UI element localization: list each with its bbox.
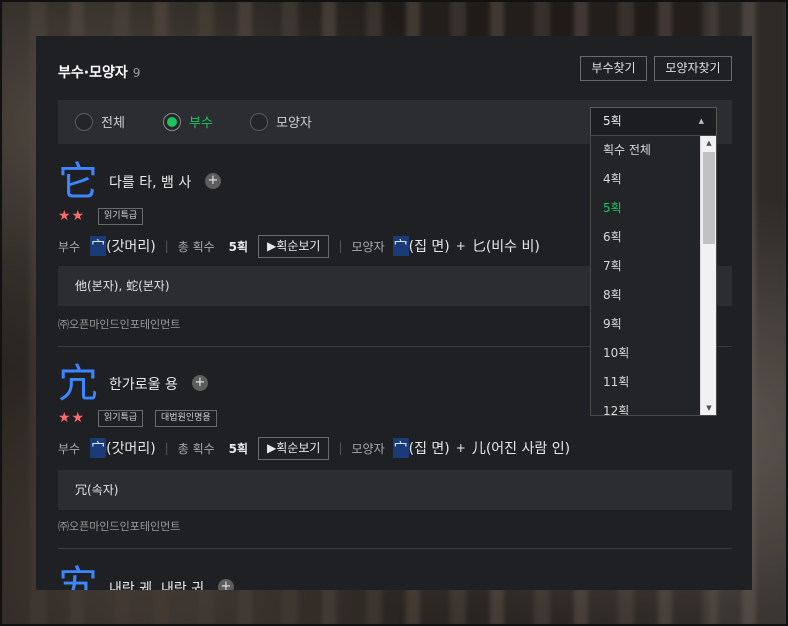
radio-checked-icon	[163, 112, 181, 131]
grade-tag: 읽기특급	[98, 208, 144, 225]
radio-shape[interactable]: 모양자	[250, 112, 312, 131]
dropdown-option[interactable]: 10획	[591, 339, 716, 368]
hanja-meaning[interactable]: 한가로울 용	[109, 374, 178, 394]
shape-label: 모양자	[351, 441, 385, 456]
dropdown-option[interactable]: 획수 전체	[591, 136, 716, 165]
scroll-up-icon[interactable]: ▲	[701, 136, 716, 150]
dropdown-option[interactable]: 6획	[591, 223, 716, 252]
play-icon: ▶	[267, 440, 277, 455]
radical-value[interactable]: 宀(갓머리)	[90, 236, 156, 256]
dropdown-option[interactable]: 11획	[591, 368, 716, 397]
stroke-order-button[interactable]: ▶획순보기	[258, 234, 330, 258]
dropdown-option[interactable]: 9획	[591, 310, 716, 339]
name-use-tag: 대법원인명용	[155, 410, 217, 427]
dropdown-option[interactable]: 8획	[591, 281, 716, 310]
source-credit: ㈜오픈마인드인포테인먼트	[58, 520, 181, 533]
add-plus-icon[interactable]: +	[192, 375, 208, 391]
hanja-character[interactable]: 宂	[58, 360, 98, 408]
radical-label: 부수	[58, 441, 81, 456]
panel-header: 부수·모양자 9	[58, 62, 140, 82]
entry-divider	[58, 548, 732, 549]
dropdown-option-selected[interactable]: 5획	[591, 194, 716, 223]
total-strokes-value: 5획	[228, 441, 249, 456]
radio-circle-icon	[250, 112, 268, 131]
related-chars[interactable]: 冗(속자)	[58, 470, 732, 510]
source-credit: ㈜오픈마인드인포테인먼트	[58, 318, 181, 331]
hanja-info-row: 부수 宀(갓머리) | 총 획수 5획 ▶획순보기 | 모양자 宀(집 면) +…	[58, 436, 570, 460]
hanja-meaning[interactable]: 내란 궤, 내란 귀	[109, 578, 204, 590]
grade-tag: 읽기특급	[98, 410, 144, 427]
dropdown-option[interactable]: 12획	[591, 397, 716, 415]
radio-label-all: 전체	[101, 116, 125, 131]
hanja-entry: 宄 내란 궤, 내란 귀 +	[58, 562, 732, 590]
panel-title: 부수·모양자	[58, 65, 128, 81]
dropdown-option[interactable]: 7획	[591, 252, 716, 281]
radio-radical[interactable]: 부수	[163, 112, 213, 131]
radical-shape-panel: 부수·모양자 9 부수찾기 모양자찾기 전체 부수 모양자 5획 ▲ 획수 전체…	[36, 36, 752, 590]
shape-component[interactable]: 匕(비수 비)	[472, 236, 540, 256]
shape-component[interactable]: 宀(집 면)	[392, 438, 450, 458]
caret-up-icon: ▲	[698, 117, 704, 125]
dropdown-option[interactable]: 4획	[591, 165, 716, 194]
plus-sign: +	[455, 239, 466, 253]
total-strokes-label: 총 획수	[177, 441, 215, 456]
find-shape-button[interactable]: 모양자찾기	[654, 56, 732, 81]
hanja-info-row: 부수 宀(갓머리) | 총 획수 5획 ▶획순보기 | 모양자 宀(집 면) +…	[58, 234, 540, 258]
dropdown-scrollbar[interactable]: ▲ ▼	[700, 136, 716, 415]
radio-circle-icon	[75, 112, 93, 131]
shape-component[interactable]: 儿(어진 사람 인)	[472, 438, 570, 458]
stroke-count-dropdown: 획수 전체 4획 5획 6획 7획 8획 9획 10획 11획 12획 ▲ ▼	[590, 135, 717, 416]
stroke-order-button[interactable]: ▶획순보기	[258, 436, 330, 460]
hanja-meaning[interactable]: 다를 타, 뱀 사	[109, 172, 191, 192]
stroke-count-select[interactable]: 5획 ▲	[590, 107, 717, 136]
rating-stars: ★★	[58, 208, 86, 224]
stroke-select-value: 5획	[603, 114, 622, 128]
hanja-character[interactable]: 它	[58, 158, 98, 206]
total-strokes-value: 5획	[228, 239, 249, 254]
plus-sign: +	[455, 441, 466, 455]
rating-stars: ★★	[58, 410, 86, 426]
radical-value[interactable]: 宀(갓머리)	[90, 438, 156, 458]
radio-label-radical: 부수	[189, 116, 213, 131]
shape-component[interactable]: 宀(집 면)	[392, 236, 450, 256]
radical-label: 부수	[58, 239, 81, 254]
total-strokes-label: 총 획수	[177, 239, 215, 254]
add-plus-icon[interactable]: +	[205, 173, 221, 189]
result-count: 9	[132, 66, 141, 80]
scroll-down-icon[interactable]: ▼	[701, 401, 716, 415]
scrollbar-thumb[interactable]	[703, 152, 715, 244]
radio-label-shape: 모양자	[276, 116, 312, 131]
add-plus-icon[interactable]: +	[218, 579, 234, 590]
hanja-character[interactable]: 宄	[58, 562, 98, 590]
play-icon: ▶	[267, 238, 277, 253]
find-radical-button[interactable]: 부수찾기	[580, 56, 647, 81]
radio-all[interactable]: 전체	[75, 112, 125, 131]
shape-label: 모양자	[351, 239, 385, 254]
